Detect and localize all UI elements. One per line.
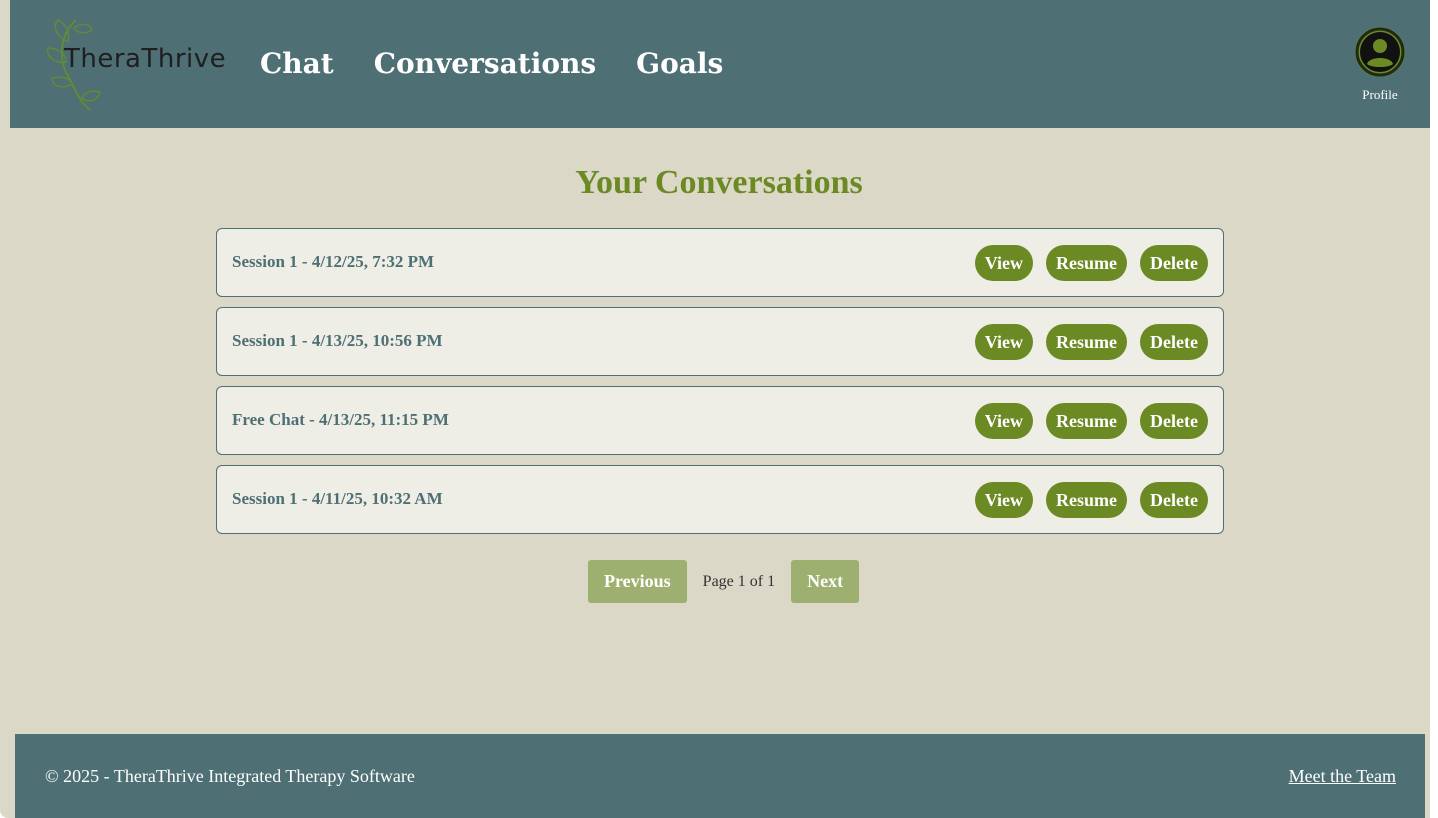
- conversation-title: Session 1 - 4/13/25, 10:56 PM: [232, 331, 443, 350]
- row-actions: View Resume Delete: [974, 324, 1208, 360]
- conversation-row: Session 1 - 4/11/25, 10:32 AM View Resum…: [216, 465, 1224, 534]
- copyright-text: © 2025 - TheraThrive Integrated Therapy …: [45, 766, 415, 786]
- conversation-list: Session 1 - 4/12/25, 7:32 PM View Resume…: [216, 228, 1224, 544]
- profile-button[interactable]: Profile: [1350, 27, 1410, 103]
- resume-button[interactable]: Resume: [1046, 324, 1128, 360]
- delete-button[interactable]: Delete: [1140, 482, 1208, 518]
- brand-name: TheraThrive: [64, 44, 227, 74]
- delete-button[interactable]: Delete: [1140, 324, 1208, 360]
- main-nav: Chat Conversations Goals: [260, 44, 723, 84]
- view-button[interactable]: View: [974, 245, 1034, 281]
- page-indicator: Page 1 of 1: [702, 572, 776, 590]
- conversation-title: Session 1 - 4/11/25, 10:32 AM: [232, 489, 443, 508]
- resume-button[interactable]: Resume: [1046, 403, 1128, 439]
- app-window: TheraThrive Chat Conversations Goals Pro…: [0, 0, 1430, 818]
- conversation-row: Session 1 - 4/13/25, 10:56 PM View Resum…: [216, 307, 1224, 376]
- conversation-title: Free Chat - 4/13/25, 11:15 PM: [232, 410, 449, 429]
- view-button[interactable]: View: [974, 482, 1034, 518]
- page-title: Your Conversations: [575, 164, 863, 201]
- top-navbar: TheraThrive Chat Conversations Goals Pro…: [10, 0, 1430, 128]
- conversation-row: Session 1 - 4/12/25, 7:32 PM View Resume…: [216, 228, 1224, 297]
- delete-button[interactable]: Delete: [1140, 403, 1208, 439]
- footer: © 2025 - TheraThrive Integrated Therapy …: [15, 734, 1425, 818]
- delete-button[interactable]: Delete: [1140, 245, 1208, 281]
- view-button[interactable]: View: [974, 403, 1034, 439]
- row-actions: View Resume Delete: [974, 245, 1208, 281]
- pagination: Previous Page 1 of 1 Next: [588, 560, 860, 603]
- resume-button[interactable]: Resume: [1046, 482, 1128, 518]
- view-button[interactable]: View: [974, 324, 1034, 360]
- resume-button[interactable]: Resume: [1046, 245, 1128, 281]
- row-actions: View Resume Delete: [974, 403, 1208, 439]
- user-circle-icon: [1355, 27, 1405, 77]
- row-actions: View Resume Delete: [974, 482, 1208, 518]
- avatar[interactable]: [1355, 27, 1405, 77]
- nav-item-chat[interactable]: Chat: [260, 44, 334, 84]
- meet-the-team-link[interactable]: Meet the Team: [1289, 766, 1396, 787]
- next-page-button[interactable]: Next: [791, 560, 860, 603]
- previous-page-button[interactable]: Previous: [588, 560, 687, 603]
- brand-logo[interactable]: TheraThrive: [38, 14, 228, 114]
- conversation-title: Session 1 - 4/12/25, 7:32 PM: [232, 252, 435, 271]
- profile-label: Profile: [1362, 87, 1398, 102]
- conversation-row: Free Chat - 4/13/25, 11:15 PM View Resum…: [216, 386, 1224, 455]
- nav-item-conversations[interactable]: Conversations: [374, 44, 596, 84]
- nav-item-goals[interactable]: Goals: [636, 44, 723, 84]
